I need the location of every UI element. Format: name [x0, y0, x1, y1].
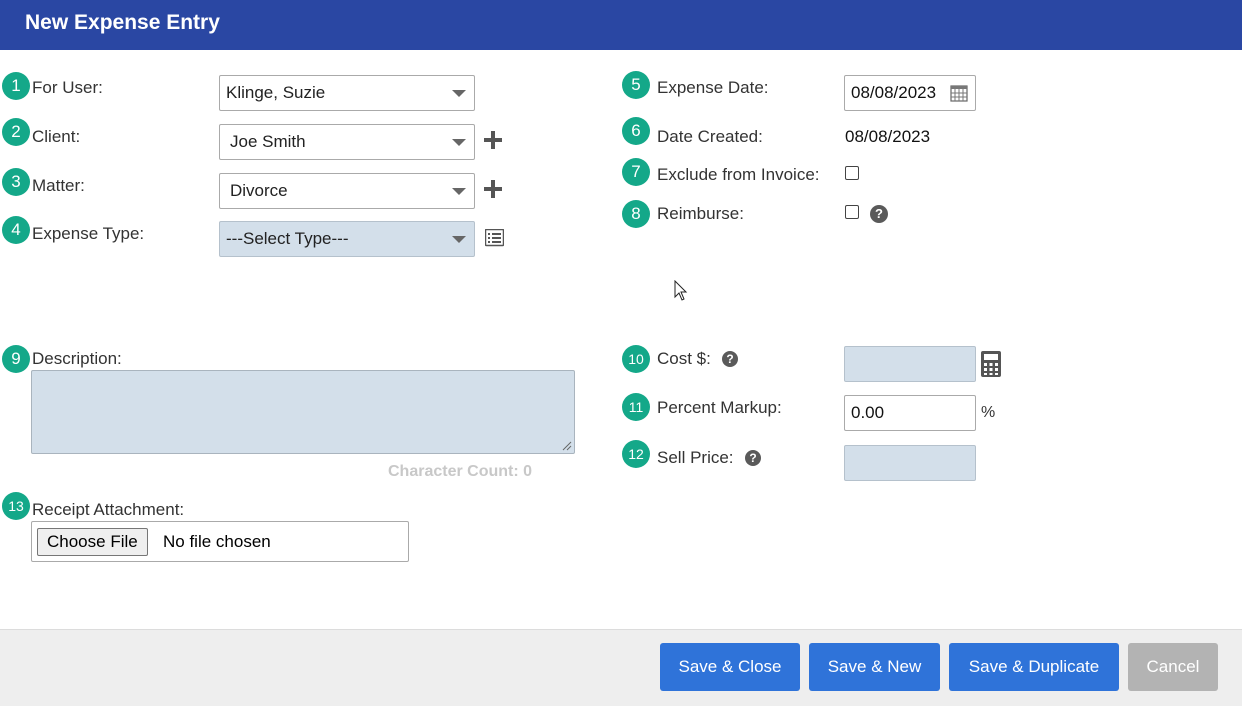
description-textarea[interactable]: [31, 370, 575, 454]
help-icon[interactable]: ?: [870, 205, 888, 223]
chevron-down-icon: [452, 236, 466, 243]
client-label: Client:: [32, 127, 81, 146]
file-status: No file chosen: [163, 532, 271, 551]
percent-suffix: %: [981, 404, 996, 421]
save-new-button[interactable]: Save & New: [809, 643, 940, 691]
matter-label: Matter:: [32, 176, 85, 195]
for-user-select[interactable]: Klinge, Suzie: [219, 75, 475, 111]
reimburse-label: Reimburse:: [657, 204, 744, 223]
add-client-icon[interactable]: [484, 131, 502, 149]
cancel-button[interactable]: Cancel: [1128, 643, 1218, 691]
chevron-down-icon: [452, 188, 466, 195]
help-icon[interactable]: ?: [745, 450, 761, 466]
add-matter-icon[interactable]: [484, 180, 502, 198]
description-label: Description:: [32, 349, 122, 368]
expense-date-label: Expense Date:: [657, 78, 769, 97]
dialog-title: New Expense Entry: [25, 11, 220, 34]
percent-markup-input[interactable]: 0.00: [844, 395, 976, 431]
save-close-button[interactable]: Save & Close: [660, 643, 800, 691]
step-badge-9: 9: [2, 345, 30, 373]
matter-select[interactable]: Divorce: [219, 173, 475, 209]
cost-input[interactable]: [844, 346, 976, 382]
exclude-invoice-label: Exclude from Invoice:: [657, 165, 820, 184]
receipt-label: Receipt Attachment:: [32, 500, 185, 519]
reimburse-checkbox[interactable]: [845, 205, 859, 219]
character-count: Character Count: 0: [388, 463, 533, 480]
receipt-file-input[interactable]: Choose File No file chosen: [31, 521, 409, 562]
help-icon[interactable]: ?: [722, 351, 738, 367]
chevron-down-icon: [452, 139, 466, 146]
step-badge-3: 3: [2, 168, 30, 196]
expense-type-label: Expense Type:: [32, 224, 145, 243]
choose-file-button[interactable]: Choose File: [37, 528, 148, 556]
expense-type-value: ---Select Type---: [226, 229, 349, 248]
matter-value: Divorce: [230, 181, 288, 200]
percent-markup-label: Percent Markup:: [657, 398, 782, 417]
step-badge-11: 11: [622, 393, 650, 421]
list-icon[interactable]: [485, 229, 504, 247]
for-user-label: For User:: [32, 78, 103, 97]
save-duplicate-button[interactable]: Save & Duplicate: [949, 643, 1119, 691]
date-created-value: 08/08/2023: [845, 127, 931, 146]
step-badge-6: 6: [622, 117, 650, 145]
expense-date-value: 08/08/2023: [851, 83, 937, 102]
step-badge-1: 1: [2, 72, 30, 100]
step-badge-8: 8: [622, 200, 650, 228]
calendar-icon[interactable]: [950, 84, 968, 102]
step-badge-13: 13: [2, 492, 30, 520]
step-badge-2: 2: [2, 118, 30, 146]
sell-price-input[interactable]: [844, 445, 976, 481]
dialog-header: New Expense Entry: [0, 0, 1242, 50]
for-user-value: Klinge, Suzie: [226, 83, 326, 102]
cost-label: Cost $:: [657, 349, 711, 368]
step-badge-10: 10: [622, 345, 650, 373]
mouse-cursor-icon: [674, 280, 688, 301]
resize-grip-icon[interactable]: [562, 441, 572, 451]
sell-price-label: Sell Price:: [657, 448, 734, 467]
step-badge-4: 4: [2, 216, 30, 244]
client-value: Joe Smith: [230, 132, 306, 151]
exclude-invoice-checkbox[interactable]: [845, 166, 859, 180]
step-badge-5: 5: [622, 71, 650, 99]
step-badge-7: 7: [622, 158, 650, 186]
step-badge-12: 12: [622, 440, 650, 468]
chevron-down-icon: [452, 90, 466, 97]
expense-type-select[interactable]: ---Select Type---: [219, 221, 475, 257]
percent-markup-value: 0.00: [851, 403, 885, 422]
client-select[interactable]: Joe Smith: [219, 124, 475, 160]
calculator-icon[interactable]: [981, 351, 1001, 377]
date-created-label: Date Created:: [657, 127, 763, 146]
